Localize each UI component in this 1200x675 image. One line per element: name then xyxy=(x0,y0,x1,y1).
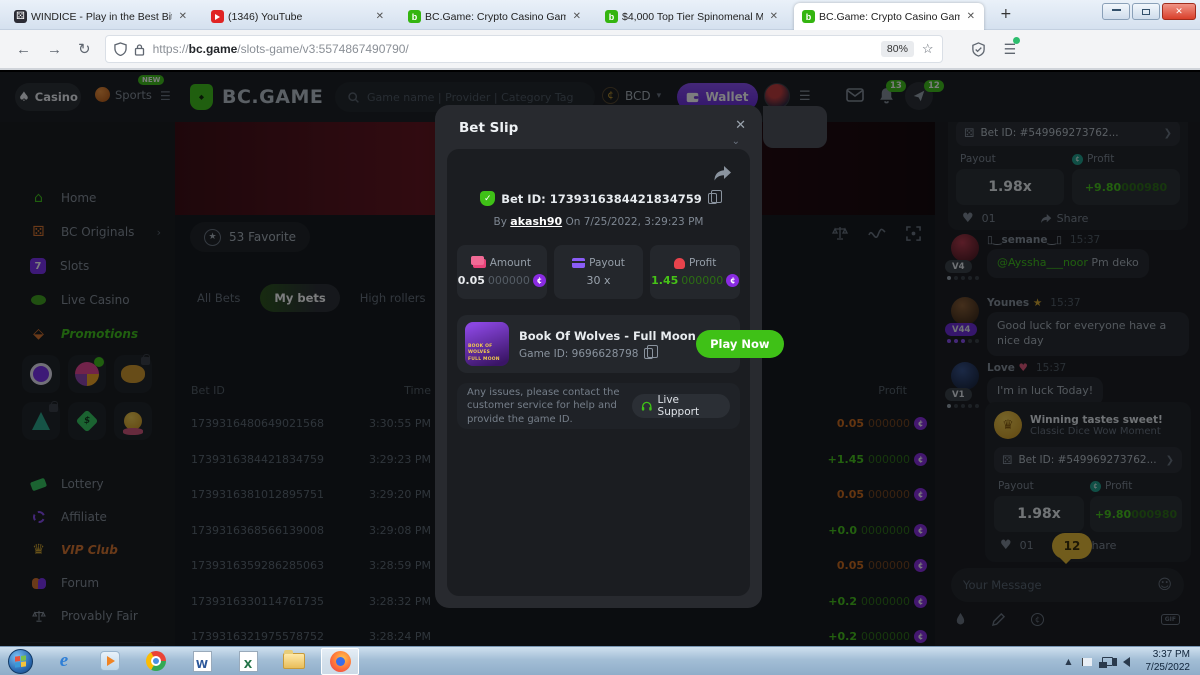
close-modal-icon[interactable]: ✕ xyxy=(735,118,746,133)
taskbar-word[interactable]: W xyxy=(187,649,217,674)
screen: ⚄ WINDICE - Play in the Best Bitco ✕ (13… xyxy=(0,0,1200,675)
game-thumbnail[interactable]: BOOK OF WOLVES FULL MOON xyxy=(465,322,509,366)
browser-tab-bcgame-active[interactable]: b BC.Game: Crypto Casino Games ✕ xyxy=(794,3,984,30)
wallet-dropdown-panel xyxy=(763,106,827,148)
support-row: Any issues, please contact the customer … xyxy=(457,383,740,429)
game-id-row: Game ID: 9696628798 xyxy=(519,348,696,360)
system-tray: ▲ 3:37 PM 7/25/2022 xyxy=(1065,647,1196,675)
tab-close-icon[interactable]: ✕ xyxy=(767,11,781,22)
start-button[interactable] xyxy=(8,649,33,674)
site-viewport: ♠ Casino Sports NEW ☰ ⬩ BC.GAME ¢ BCD xyxy=(0,72,1200,646)
copy-icon[interactable] xyxy=(644,348,653,359)
bookmark-star-icon[interactable]: ☆ xyxy=(922,41,934,57)
taskbar-chrome[interactable] xyxy=(141,649,171,674)
lock-icon[interactable] xyxy=(134,43,145,56)
bcgame-favicon: b xyxy=(408,10,421,23)
taskbar-firefox-active[interactable] xyxy=(321,648,359,675)
verified-shield-icon: ✓ xyxy=(480,191,495,206)
browser-tab-bcgame-1[interactable]: b BC.Game: Crypto Casino Games ✕ xyxy=(400,3,590,30)
tray-expand-icon[interactable]: ▲ xyxy=(1065,657,1071,666)
profit-icon xyxy=(674,258,685,269)
minimize-button[interactable] xyxy=(1102,3,1130,20)
tab-close-icon[interactable]: ✕ xyxy=(176,11,190,22)
payout-stat: Payout 30 x xyxy=(554,245,644,299)
tracking-shield-icon[interactable] xyxy=(114,42,127,56)
bet-meta-row: By akash90 On 7/25/2022, 3:29:23 PM xyxy=(447,215,750,228)
clock[interactable]: 3:37 PM 7/25/2022 xyxy=(1140,649,1197,674)
account-shield-icon[interactable] xyxy=(971,42,986,57)
tab-close-icon[interactable]: ✕ xyxy=(570,11,584,22)
close-button[interactable]: ✕ xyxy=(1162,3,1196,20)
bcd-coin-icon: ¢ xyxy=(533,274,546,287)
profit-stat: Profit 1.45000000¢ xyxy=(650,245,740,299)
bet-slip-modal: Bet Slip ✕ ⌄ ✓ Bet ID: 17393163844218347… xyxy=(435,105,762,608)
tab-close-icon[interactable]: ✕ xyxy=(964,11,978,22)
back-button[interactable]: ← xyxy=(16,41,31,58)
forward-button[interactable]: → xyxy=(47,41,62,58)
taskbar-ie[interactable]: e xyxy=(49,649,79,674)
app-menu-icon[interactable]: ☰ xyxy=(1004,41,1017,58)
username-link[interactable]: akash90 xyxy=(510,215,562,228)
reload-button[interactable]: ↻ xyxy=(78,40,91,58)
support-text: Any issues, please contact the customer … xyxy=(467,386,632,427)
bet-stats: Amount 0.05000000¢ Payout 30 x Profit 1.… xyxy=(457,245,740,299)
copy-icon[interactable] xyxy=(708,193,717,204)
bet-id-row: ✓ Bet ID: 1739316384421834759 xyxy=(447,191,750,206)
browser-tab-windice[interactable]: ⚄ WINDICE - Play in the Best Bitco ✕ xyxy=(6,3,196,30)
taskbar-explorer[interactable] xyxy=(279,649,309,674)
game-card: BOOK OF WOLVES FULL MOON Book Of Wolves … xyxy=(457,315,740,373)
browser-tab-bar: ⚄ WINDICE - Play in the Best Bitco ✕ (13… xyxy=(0,0,1200,30)
card-icon xyxy=(572,258,585,268)
restore-button[interactable] xyxy=(1132,3,1160,20)
url-text: https://bc.game/slots-game/v3:5574867490… xyxy=(153,42,881,56)
amount-stat: Amount 0.05000000¢ xyxy=(457,245,547,299)
toolbar-right: ☰ xyxy=(971,41,1017,58)
taskbar-excel[interactable]: X xyxy=(233,649,263,674)
browser-tab-youtube[interactable]: (1346) YouTube ✕ xyxy=(203,3,393,30)
headset-icon xyxy=(641,401,652,412)
dice-favicon: ⚄ xyxy=(14,10,27,23)
game-name: Book Of Wolves - Full Moon xyxy=(519,329,696,343)
update-dot xyxy=(1013,37,1020,44)
bcgame-favicon: b xyxy=(605,10,618,23)
live-support-button[interactable]: Live Support xyxy=(632,394,730,418)
browser-toolbar: ← → ↻ https://bc.game/slots-game/v3:5574… xyxy=(0,30,1200,70)
tab-close-icon[interactable]: ✕ xyxy=(373,11,387,22)
youtube-favicon xyxy=(211,10,224,23)
new-tab-button[interactable]: + xyxy=(1000,6,1012,22)
taskbar-media-player[interactable] xyxy=(95,649,125,674)
volume-icon[interactable] xyxy=(1123,657,1130,667)
firefox-icon xyxy=(330,651,351,672)
modal-title: Bet Slip xyxy=(459,120,518,136)
browser-tab-spinomenal[interactable]: b $4,000 Top Tier Spinomenal Mul ✕ xyxy=(597,3,787,30)
chevron-down-icon: ⌄ xyxy=(732,136,740,147)
bcgame-favicon: b xyxy=(802,10,815,23)
bcd-coin-icon: ¢ xyxy=(726,274,739,287)
bet-slip-body: ✓ Bet ID: 1739316384421834759 By akash90… xyxy=(447,149,750,596)
zoom-level-badge[interactable]: 80% xyxy=(881,41,914,57)
action-center-flag-icon[interactable] xyxy=(1082,658,1092,666)
window-controls: ✕ xyxy=(1102,3,1196,20)
play-now-button[interactable]: Play Now xyxy=(696,330,784,358)
cash-icon xyxy=(473,259,486,268)
windows-logo-icon xyxy=(15,655,26,667)
url-bar[interactable]: https://bc.game/slots-game/v3:5574867490… xyxy=(105,35,943,63)
network-icon[interactable] xyxy=(1102,657,1113,666)
share-icon[interactable] xyxy=(713,165,732,182)
taskbar: e W X ▲ 3:37 PM 7/25/2022 xyxy=(0,646,1200,675)
